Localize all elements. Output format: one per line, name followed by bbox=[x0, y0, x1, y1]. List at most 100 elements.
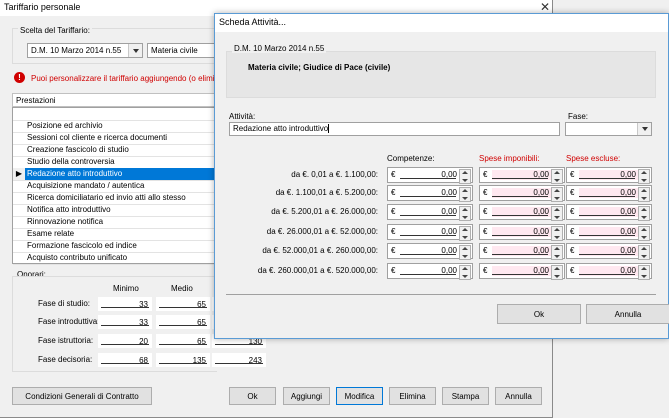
spin-down-icon[interactable] bbox=[641, 197, 647, 200]
imponibili-field[interactable]: €0,00 bbox=[479, 185, 565, 202]
fase-minimo-field[interactable]: 33 bbox=[98, 297, 152, 311]
spinner-icon[interactable] bbox=[638, 265, 650, 280]
spinner-icon[interactable] bbox=[551, 226, 563, 241]
spin-down-icon[interactable] bbox=[462, 197, 468, 200]
spinner-icon[interactable] bbox=[638, 245, 650, 260]
competenze-field[interactable]: €0,00 bbox=[387, 243, 473, 260]
spin-down-icon[interactable] bbox=[554, 216, 560, 219]
imponibili-field[interactable]: €0,00 bbox=[479, 204, 565, 221]
list-item[interactable]: Acquisto contributo unificato bbox=[13, 252, 216, 265]
spinner-icon[interactable] bbox=[638, 187, 650, 202]
spin-up-icon[interactable] bbox=[462, 171, 468, 174]
prestazioni-list[interactable]: Posizione ed archivio Sessioni col client… bbox=[12, 107, 217, 265]
spinner-icon[interactable] bbox=[459, 226, 471, 241]
spin-up-icon[interactable] bbox=[641, 171, 647, 174]
fase-medio-field[interactable]: 65 bbox=[156, 297, 210, 311]
modifica-button[interactable]: Modifica bbox=[336, 387, 383, 405]
spin-up-icon[interactable] bbox=[641, 208, 647, 211]
spin-up-icon[interactable] bbox=[554, 171, 560, 174]
spin-up-icon[interactable] bbox=[462, 267, 468, 270]
fase-minimo-field[interactable]: 68 bbox=[98, 353, 152, 367]
imponibili-field[interactable]: €0,00 bbox=[479, 243, 565, 260]
spin-down-icon[interactable] bbox=[641, 216, 647, 219]
spin-up-icon[interactable] bbox=[462, 189, 468, 192]
spin-down-icon[interactable] bbox=[462, 275, 468, 278]
spin-down-icon[interactable] bbox=[554, 236, 560, 239]
spin-up-icon[interactable] bbox=[462, 247, 468, 250]
spin-up-icon[interactable] bbox=[641, 247, 647, 250]
condizioni-button[interactable]: Condizioni Generali di Contratto bbox=[12, 387, 152, 405]
annulla-button[interactable]: Annulla bbox=[495, 387, 542, 405]
spinner-icon[interactable] bbox=[459, 245, 471, 260]
spinner-icon[interactable] bbox=[551, 169, 563, 184]
spinner-icon[interactable] bbox=[551, 265, 563, 280]
spinner-icon[interactable] bbox=[638, 169, 650, 184]
spinner-icon[interactable] bbox=[551, 245, 563, 260]
spinner-icon[interactable] bbox=[638, 206, 650, 221]
escluse-field[interactable]: €0,00 bbox=[566, 185, 652, 202]
spin-down-icon[interactable] bbox=[554, 179, 560, 182]
spin-up-icon[interactable] bbox=[641, 267, 647, 270]
imponibili-field[interactable]: €0,00 bbox=[479, 263, 565, 280]
spin-up-icon[interactable] bbox=[554, 228, 560, 231]
competenze-field[interactable]: €0,00 bbox=[387, 167, 473, 184]
competenze-field[interactable]: €0,00 bbox=[387, 263, 473, 280]
chevron-down-icon[interactable] bbox=[128, 44, 142, 57]
fase-medio-field[interactable]: 135 bbox=[156, 353, 210, 367]
competenze-field[interactable]: €0,00 bbox=[387, 224, 473, 241]
spin-up-icon[interactable] bbox=[641, 228, 647, 231]
spin-down-icon[interactable] bbox=[554, 275, 560, 278]
spin-up-icon[interactable] bbox=[641, 189, 647, 192]
spinner-icon[interactable] bbox=[459, 169, 471, 184]
fase-max-field[interactable]: 243 bbox=[212, 353, 266, 367]
spin-down-icon[interactable] bbox=[462, 216, 468, 219]
dialog-ok-button[interactable]: Ok bbox=[497, 304, 581, 324]
fase-minimo-field[interactable]: 20 bbox=[98, 334, 152, 348]
escluse-field[interactable]: €0,00 bbox=[566, 167, 652, 184]
fase-medio-field[interactable]: 65 bbox=[156, 334, 210, 348]
spin-up-icon[interactable] bbox=[554, 267, 560, 270]
attivita-input[interactable]: Redazione atto introduttivo bbox=[229, 122, 560, 136]
spin-down-icon[interactable] bbox=[462, 179, 468, 182]
spin-down-icon[interactable] bbox=[641, 179, 647, 182]
ok-button[interactable]: Ok bbox=[229, 387, 276, 405]
spin-up-icon[interactable] bbox=[554, 208, 560, 211]
spin-up-icon[interactable] bbox=[462, 228, 468, 231]
spin-down-icon[interactable] bbox=[641, 236, 647, 239]
spin-down-icon[interactable] bbox=[554, 255, 560, 258]
spin-up-icon[interactable] bbox=[554, 247, 560, 250]
stampa-button[interactable]: Stampa bbox=[442, 387, 489, 405]
chevron-down-icon[interactable] bbox=[637, 123, 651, 135]
spin-down-icon[interactable] bbox=[462, 255, 468, 258]
fase-minimo-field[interactable]: 33 bbox=[98, 315, 152, 329]
aggiungi-button[interactable]: Aggiungi bbox=[283, 387, 330, 405]
competenze-field[interactable]: €0,00 bbox=[387, 185, 473, 202]
spinner-icon[interactable] bbox=[459, 206, 471, 221]
fase-select[interactable] bbox=[565, 122, 652, 136]
competenze-field[interactable]: €0,00 bbox=[387, 204, 473, 221]
imponibili-field[interactable]: €0,00 bbox=[479, 224, 565, 241]
spin-up-icon[interactable] bbox=[554, 189, 560, 192]
competenze-value: 0,00 bbox=[441, 227, 457, 236]
spin-down-icon[interactable] bbox=[641, 275, 647, 278]
escluse-field[interactable]: €0,00 bbox=[566, 204, 652, 221]
spin-up-icon[interactable] bbox=[462, 208, 468, 211]
materia-select[interactable]: Materia civile bbox=[147, 43, 217, 58]
spin-down-icon[interactable] bbox=[554, 197, 560, 200]
spinner-icon[interactable] bbox=[638, 226, 650, 241]
spin-down-icon[interactable] bbox=[462, 236, 468, 239]
dialog-annulla-button[interactable]: Annulla bbox=[586, 304, 669, 324]
spinner-icon[interactable] bbox=[551, 206, 563, 221]
elimina-button[interactable]: Elimina bbox=[389, 387, 436, 405]
tariffario-select[interactable]: D.M. 10 Marzo 2014 n.55 bbox=[27, 43, 143, 58]
fase-medio-field[interactable]: 65 bbox=[156, 315, 210, 329]
spinner-icon[interactable] bbox=[459, 265, 471, 280]
spin-down-icon[interactable] bbox=[641, 255, 647, 258]
imponibili-field[interactable]: €0,00 bbox=[479, 167, 565, 184]
spinner-icon[interactable] bbox=[551, 187, 563, 202]
escluse-field[interactable]: €0,00 bbox=[566, 243, 652, 260]
escluse-field[interactable]: €0,00 bbox=[566, 263, 652, 280]
escluse-field[interactable]: €0,00 bbox=[566, 224, 652, 241]
spinner-icon[interactable] bbox=[459, 187, 471, 202]
close-icon[interactable]: ✕ bbox=[540, 0, 550, 14]
